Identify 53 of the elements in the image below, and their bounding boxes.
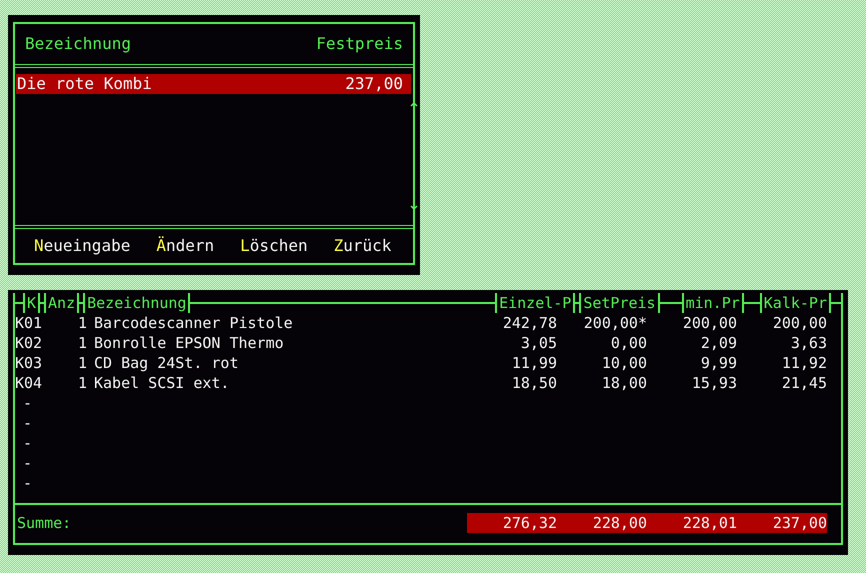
column-header: Festpreis	[316, 34, 403, 54]
table-cell-text: K02	[15, 333, 44, 353]
table-cell-text: 11,92	[780, 353, 827, 373]
table-cell-text: Barcodescanner Pistole	[93, 313, 294, 333]
list-item[interactable]: Die rote Kombi 237,00	[16, 74, 411, 94]
menu-button[interactable]: Ändern	[156, 236, 214, 256]
table-cell-text: 3,63	[790, 333, 827, 353]
scroll-up-icon[interactable]	[409, 102, 419, 116]
table-cell-text: 18,50	[510, 373, 557, 393]
table-cell-text: Bonrolle EPSON Thermo	[93, 333, 285, 353]
table-cell-text: K01	[15, 313, 44, 333]
table-cell-text: 2,09	[700, 333, 737, 353]
column-header: Kalk-Pr	[760, 293, 831, 313]
empty-row-marker: -	[23, 474, 32, 492]
empty-row-marker: -	[23, 414, 32, 432]
table-cell-text: 1	[76, 333, 87, 353]
table-cell-text: 10,00	[600, 353, 647, 373]
menu-button[interactable]: Zurück	[334, 236, 392, 256]
column-header: Einzel-P	[495, 293, 576, 313]
column-header: K	[23, 293, 40, 313]
table-cell-text: 1	[76, 353, 87, 373]
sum-label: Summe:	[17, 514, 72, 532]
sum-value: 228,00	[592, 513, 647, 533]
table-cell-text: K03	[15, 353, 44, 373]
table-cell-text: 1	[76, 313, 87, 333]
sum-value: 276,32	[502, 513, 557, 533]
table-cell-text: 11,99	[510, 353, 557, 373]
table-cell-text: 21,45	[780, 373, 827, 393]
table-cell-text: 18,00	[600, 373, 647, 393]
empty-row-marker: -	[23, 454, 32, 472]
table-cell-text: 242,78	[502, 313, 557, 333]
table-cell-text: Kabel SCSI ext.	[93, 373, 230, 393]
table-cell-text: 9,99	[700, 353, 737, 373]
column-header: SetPreis	[579, 293, 660, 313]
sum-value: 237,00	[772, 513, 827, 533]
column-header: Bezeichnung	[25, 34, 131, 54]
table-cell-text: K04	[15, 373, 44, 393]
table-cell-text: 200,00	[682, 313, 737, 333]
table-cell-text: 200,00	[772, 313, 827, 333]
table-cell-text: 3,05	[520, 333, 557, 353]
menu-button[interactable]: Neueingabe	[34, 236, 130, 256]
table-cell-text: 1	[76, 373, 87, 393]
empty-row-marker: -	[23, 394, 32, 412]
table-cell-text: 15,93	[690, 373, 737, 393]
empty-row-marker: -	[23, 434, 32, 452]
column-header: Bezeichnung	[83, 293, 190, 313]
menu-button[interactable]: Löschen	[240, 236, 308, 256]
column-header: Anz	[44, 293, 80, 313]
sum-value: 228,01	[682, 513, 737, 533]
table-cell-text: 200,00*	[582, 313, 647, 333]
column-header: min.Pr	[682, 293, 744, 313]
table-cell-text: 0,00	[610, 333, 647, 353]
table-cell-text: CD Bag 24St. rot	[93, 353, 240, 373]
